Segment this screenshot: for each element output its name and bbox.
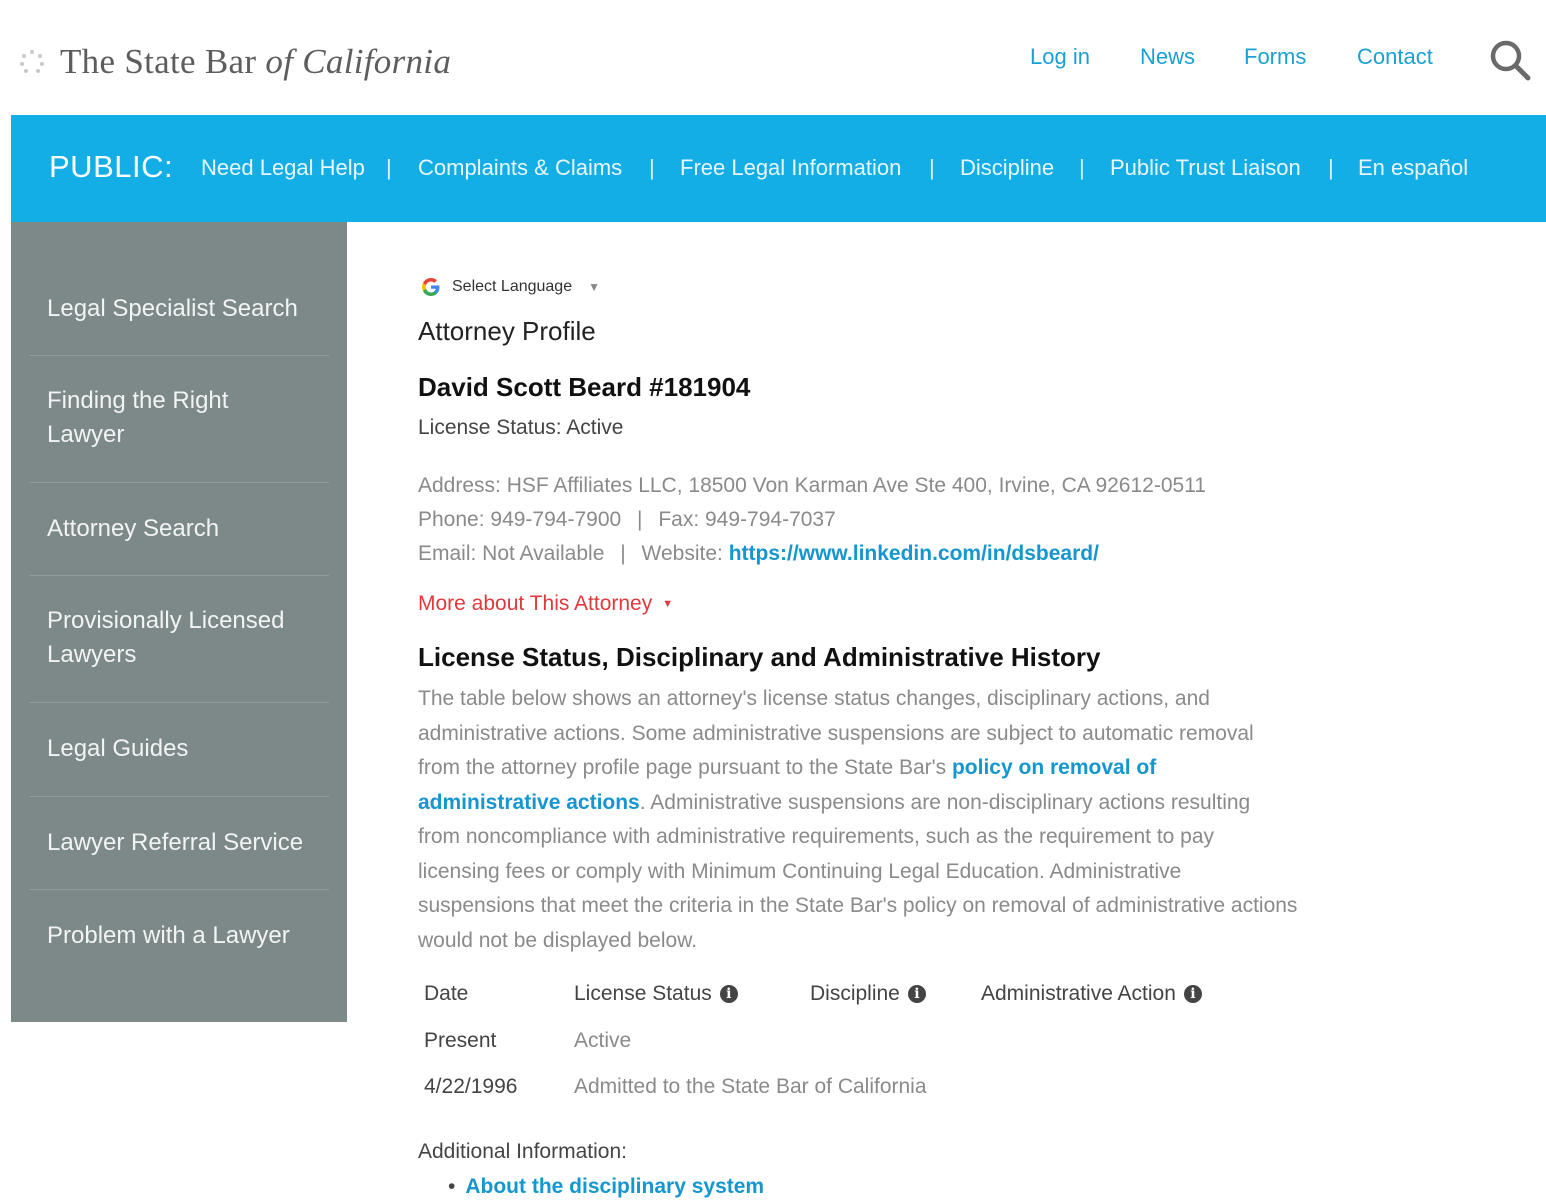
table-cell-license-status: Admitted to the State Bar of California bbox=[574, 1075, 927, 1098]
language-select[interactable]: Select Language ▼ bbox=[420, 276, 600, 298]
table-header-label: License Status bbox=[574, 982, 712, 1005]
public-nav-free-legal-information[interactable]: Free Legal Information bbox=[680, 155, 901, 181]
logo-text: The State Bar of California bbox=[60, 42, 451, 82]
top-nav-news[interactable]: News bbox=[1140, 44, 1195, 70]
logo-text-italic: of California bbox=[265, 42, 452, 81]
bullet-icon: • bbox=[448, 1175, 456, 1198]
sidebar-item-label: Finding the Right bbox=[47, 387, 229, 414]
website-label: Website: bbox=[641, 542, 729, 565]
history-description: The table below shows an attorney's lice… bbox=[418, 682, 1298, 958]
public-label: PUBLIC: bbox=[49, 149, 174, 184]
sidebar-item-legal-guides[interactable]: Legal Guides bbox=[29, 702, 329, 797]
public-nav-separator: | bbox=[1079, 155, 1085, 180]
sidebar-item-label: Legal Guides bbox=[47, 735, 189, 762]
pipe-separator: | bbox=[620, 542, 626, 565]
info-icon[interactable]: i bbox=[1183, 985, 1202, 1003]
sidebar-item-label: Attorney Search bbox=[47, 515, 220, 542]
table-cell-date: Present bbox=[424, 1029, 497, 1052]
table-header-date: Date bbox=[424, 982, 468, 1006]
public-nav-discipline[interactable]: Discipline bbox=[960, 155, 1054, 181]
google-g-icon bbox=[422, 278, 440, 296]
search-icon[interactable] bbox=[1488, 38, 1532, 82]
top-nav-login[interactable]: Log in bbox=[1030, 44, 1090, 70]
sidebar-item-label: Provisionally Licensed bbox=[47, 607, 285, 634]
more-about-attorney-toggle[interactable]: More about This Attorney ▼ bbox=[418, 592, 673, 616]
table-header-discipline: Discipline i bbox=[810, 982, 926, 1006]
sidebar-item-label: Problem with a Lawyer bbox=[47, 922, 290, 949]
table-header-administrative-action: Administrative Action i bbox=[981, 982, 1202, 1006]
attorney-phone: Phone: 949-794-7900 bbox=[418, 508, 622, 531]
sidebar: Legal Specialist Search Finding the Righ… bbox=[11, 222, 347, 1022]
history-description-part2: . Administrative suspensions are non-dis… bbox=[418, 790, 1298, 952]
more-about-attorney-label: More about This Attorney bbox=[418, 592, 653, 615]
language-select-label: Select Language bbox=[452, 278, 573, 295]
public-nav-separator: | bbox=[1328, 155, 1334, 180]
table-header-label: Administrative Action bbox=[981, 982, 1176, 1005]
attorney-email-website: Email: Not Available | Website: https://… bbox=[418, 542, 1099, 566]
additional-info-label: Additional Information: bbox=[418, 1140, 627, 1163]
public-nav-separator: | bbox=[649, 155, 655, 180]
sidebar-item-lawyer-referral-service[interactable]: Lawyer Referral Service bbox=[29, 796, 329, 890]
public-nav-en-espanol[interactable]: En español bbox=[1358, 155, 1468, 181]
caret-down-icon: ▼ bbox=[662, 598, 674, 611]
disciplinary-system-link[interactable]: About the disciplinary system bbox=[465, 1175, 764, 1198]
license-status: License Status: Active bbox=[418, 416, 624, 439]
website-link[interactable]: https://www.linkedin.com/in/dsbeard/ bbox=[729, 542, 1099, 565]
sidebar-item-provisionally-licensed-lawyers[interactable]: Provisionally Licensed Lawyers bbox=[29, 575, 329, 703]
attorney-phone-fax: Phone: 949-794-7900 | Fax: 949-794-7037 bbox=[418, 508, 836, 532]
top-nav-contact[interactable]: Contact bbox=[1357, 44, 1433, 70]
logo-text-main: The State Bar bbox=[60, 42, 266, 81]
public-nav-separator: | bbox=[386, 155, 392, 180]
sidebar-item-label: Lawyers bbox=[47, 641, 137, 668]
logo-mark-icon bbox=[18, 48, 46, 76]
pipe-separator: | bbox=[637, 508, 643, 531]
attorney-name: David Scott Beard #181904 bbox=[418, 372, 751, 402]
table-header-label: Date bbox=[424, 982, 469, 1005]
table-cell-date: 4/22/1996 bbox=[424, 1075, 518, 1098]
sidebar-item-legal-specialist-search[interactable]: Legal Specialist Search bbox=[29, 262, 329, 356]
page-title: Attorney Profile bbox=[418, 316, 596, 346]
public-nav-complaints-claims[interactable]: Complaints & Claims bbox=[418, 155, 622, 181]
public-nav-public-trust-liaison[interactable]: Public Trust Liaison bbox=[1110, 155, 1301, 181]
table-header-license-status: License Status i bbox=[574, 982, 738, 1006]
table-cell-license-status: Active bbox=[574, 1029, 632, 1052]
sidebar-item-label: Lawyer Referral Service bbox=[47, 829, 304, 856]
sidebar-item-attorney-search[interactable]: Attorney Search bbox=[29, 482, 329, 576]
public-nav-need-legal-help[interactable]: Need Legal Help bbox=[201, 155, 365, 181]
history-heading: License Status, Disciplinary and Adminis… bbox=[418, 642, 1101, 672]
sidebar-item-problem-with-a-lawyer[interactable]: Problem with a Lawyer bbox=[29, 889, 329, 982]
site-logo[interactable]: The State Bar of California bbox=[18, 38, 451, 86]
info-icon[interactable]: i bbox=[719, 985, 738, 1003]
public-nav-bar: PUBLIC: Need Legal Help | Complaints & C… bbox=[11, 115, 1546, 222]
info-icon[interactable]: i bbox=[907, 985, 926, 1003]
public-nav-separator: | bbox=[929, 155, 935, 180]
attorney-address: Address: HSF Affiliates LLC, 18500 Von K… bbox=[418, 474, 1206, 497]
sidebar-item-label: Legal Specialist Search bbox=[47, 295, 298, 322]
table-header-label: Discipline bbox=[810, 982, 900, 1005]
top-nav-forms[interactable]: Forms bbox=[1244, 44, 1306, 70]
sidebar-item-label: Lawyer bbox=[47, 421, 125, 448]
attorney-email: Email: Not Available bbox=[418, 542, 605, 565]
caret-down-icon: ▼ bbox=[588, 280, 600, 294]
sidebar-item-finding-the-right-lawyer[interactable]: Finding the Right Lawyer bbox=[29, 355, 329, 483]
site-header: The State Bar of California Log in News … bbox=[0, 0, 1546, 115]
attorney-fax: Fax: 949-794-7037 bbox=[658, 508, 836, 531]
list-item: • About the disciplinary system bbox=[448, 1175, 764, 1199]
